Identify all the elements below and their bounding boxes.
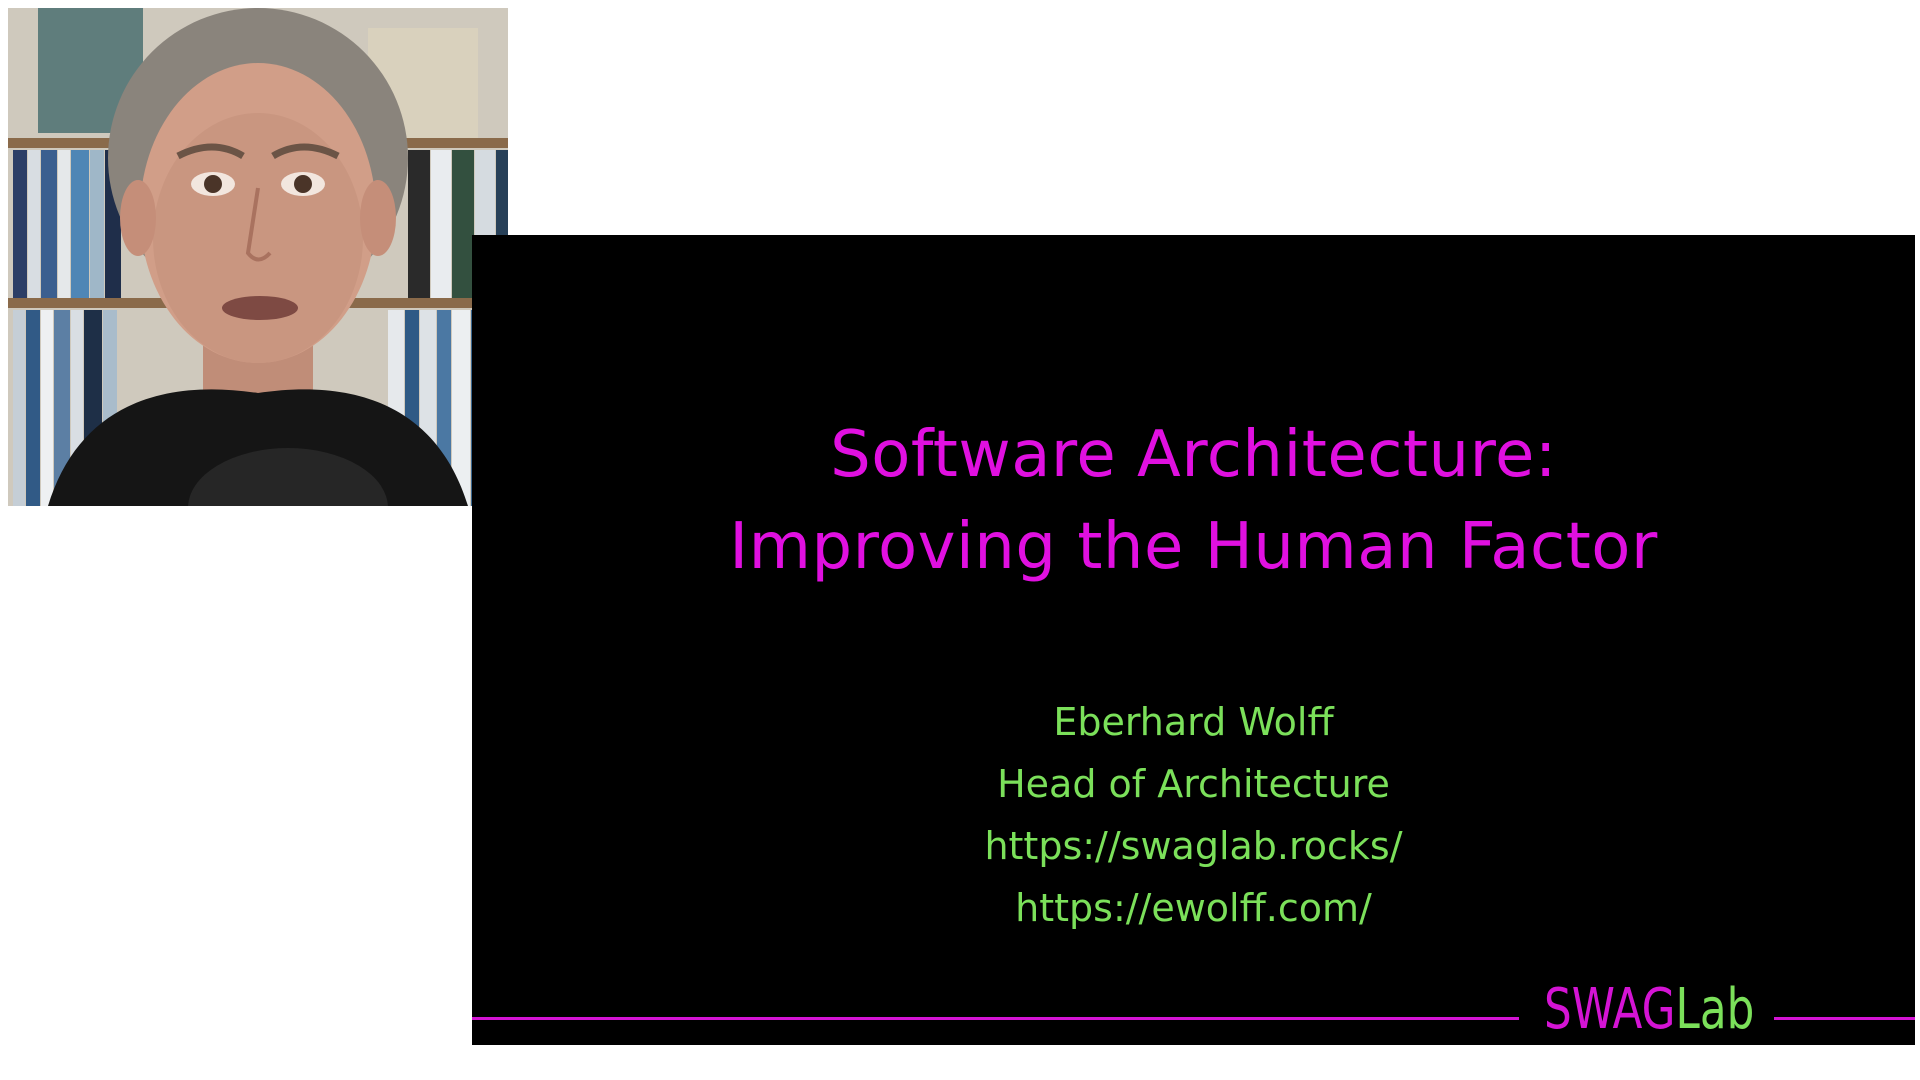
video-frame: Software Architecture: Improving the Hum… [0,0,1920,1080]
footer-divider-right [1774,1017,1915,1020]
footer-divider-left [472,1017,1519,1020]
swaglab-logo: SWAGLab [1544,975,1754,1045]
author-name: Eberhard Wolff [1053,700,1334,744]
presenter-webcam [8,8,508,506]
slide-title-line-1: Software Architecture: [830,418,1557,492]
author-info: Eberhard Wolff Head of Architecture http… [472,691,1915,939]
logo-swag-text: SWAG [1544,977,1676,1042]
company-url: https://swaglab.rocks/ [984,824,1403,868]
personal-url: https://ewolff.com/ [1015,886,1372,930]
presenter-image [8,8,508,506]
slide-title: Software Architecture: Improving the Hum… [472,409,1915,593]
slide-title-line-2: Improving the Human Factor [729,510,1658,584]
presentation-slide: Software Architecture: Improving the Hum… [472,235,1915,1045]
logo-lab-text: Lab [1675,977,1755,1042]
author-role: Head of Architecture [997,762,1390,806]
